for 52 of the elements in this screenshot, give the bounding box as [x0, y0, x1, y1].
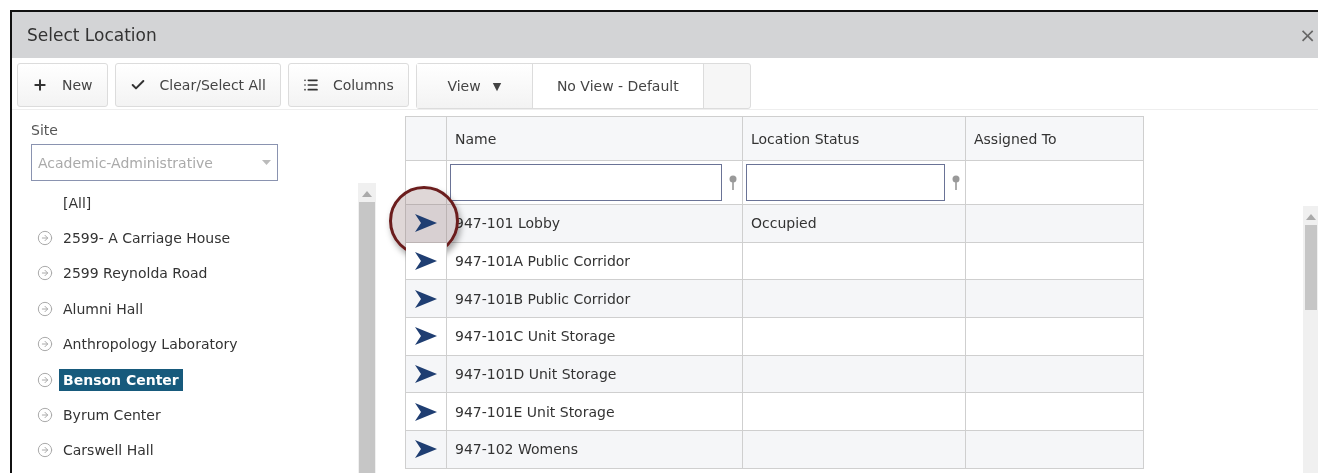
site-item[interactable]: Alumni Hall [59, 297, 148, 320]
table-cell: Occupied [743, 205, 966, 243]
arrow-icon[interactable] [414, 401, 438, 422]
current-view: No View - Default [532, 64, 704, 108]
arrow-circle-icon[interactable] [37, 371, 53, 388]
scroll-up-icon[interactable] [1305, 213, 1316, 221]
column-header[interactable]: Name [447, 117, 743, 161]
site-item[interactable]: [All] [59, 191, 96, 214]
new-button[interactable]: New [17, 63, 108, 107]
arrow-circle-icon[interactable] [37, 265, 53, 282]
columns-button[interactable]: Columns [287, 63, 409, 107]
caret-icon [262, 160, 271, 165]
clear-select-all-button[interactable]: Clear/Select All [114, 63, 281, 107]
view-button[interactable]: View ▼ [416, 64, 533, 108]
site-label: Site [31, 122, 59, 138]
table-cell: 947-101B Public Corridor [447, 280, 743, 319]
arrow-icon[interactable] [414, 288, 438, 309]
arrow-icon[interactable] [414, 251, 438, 272]
arrow-icon[interactable] [414, 439, 438, 460]
arrow-circle-icon[interactable] [37, 407, 53, 424]
arrow-circle-icon[interactable] [37, 230, 53, 247]
site-item[interactable]: 2599 Reynolda Road [59, 262, 212, 285]
arrow-circle-icon[interactable] [37, 336, 53, 353]
column-header[interactable]: Location Status [743, 117, 966, 161]
site-item[interactable]: 2599- A Carriage House [59, 227, 235, 250]
plus-icon [32, 77, 48, 93]
pin-icon [728, 175, 738, 190]
scrollbar[interactable] [1303, 206, 1318, 473]
site-item[interactable]: Benson Center [59, 368, 183, 391]
scroll-up-icon[interactable] [362, 190, 372, 198]
table-cell: 947-101A Public Corridor [447, 242, 743, 281]
filter-field[interactable] [450, 164, 722, 201]
filter-field[interactable] [746, 164, 945, 201]
table-cell: 947-102 Womens [447, 431, 743, 469]
site-item[interactable]: Anthropology Laboratory [59, 333, 242, 356]
arrow-circle-icon[interactable] [37, 442, 53, 459]
window-title: Select Location [27, 25, 157, 45]
site-item[interactable]: Carswell Hall [59, 439, 158, 462]
table-cell: 947-101D Unit Storage [447, 355, 743, 394]
caret-icon: ▼ [492, 79, 502, 93]
arrow-circle-icon[interactable] [37, 300, 53, 317]
column-header[interactable]: Assigned To [966, 117, 1144, 161]
arrow-icon[interactable] [414, 213, 438, 234]
arrow-icon[interactable] [414, 364, 438, 385]
arrow-icon[interactable] [414, 326, 438, 347]
site-item[interactable]: Byrum Center [59, 404, 165, 427]
list-icon [302, 77, 319, 93]
table-cell: 947-101C Unit Storage [447, 318, 743, 356]
pin-icon [951, 175, 961, 190]
table-cell: 947-101E Unit Storage [447, 393, 743, 432]
close-button[interactable]: × [1299, 23, 1318, 47]
scrollbar[interactable] [358, 183, 376, 473]
